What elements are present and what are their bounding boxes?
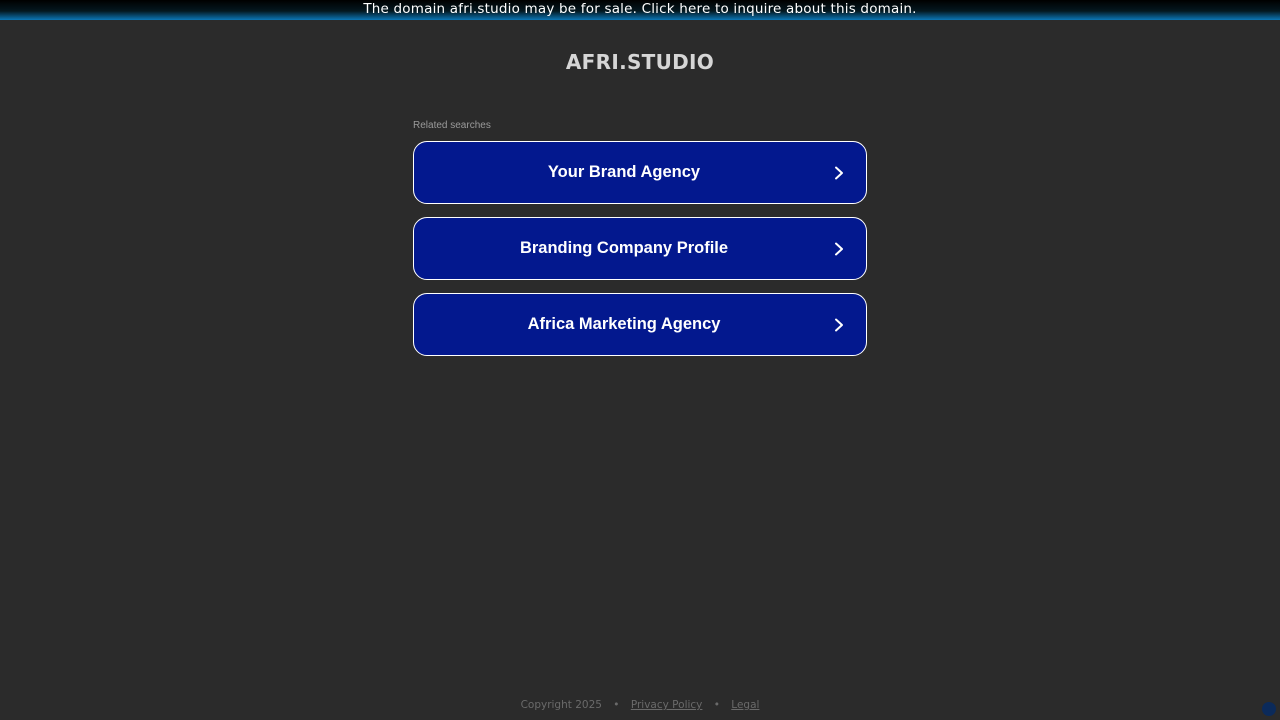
footer-separator: • [713,699,720,711]
related-searches-label: Related searches [413,120,491,131]
provider-logo-icon [1262,702,1276,716]
domain-sale-banner-text[interactable]: The domain afri.studio may be for sale. … [363,1,916,17]
footer-separator: • [613,699,620,711]
related-search-africa-marketing-agency[interactable]: Africa Marketing Agency [413,293,867,356]
related-search-your-brand-agency[interactable]: Your Brand Agency [413,141,867,204]
chevron-right-icon [835,166,843,179]
related-search-label: Branding Company Profile [519,239,729,257]
copyright-text: Copyright 2025 [520,699,602,711]
legal-link[interactable]: Legal [731,699,759,711]
related-search-branding-company-profile[interactable]: Branding Company Profile [413,217,867,280]
related-searches-list: Your Brand Agency Branding Company Profi… [413,141,867,369]
site-title: AFRI.STUDIO [565,50,715,74]
provider-logo [1262,702,1276,716]
related-search-label: Your Brand Agency [547,163,701,181]
chevron-right-icon [835,242,843,255]
footer: Copyright 2025 • Privacy Policy • Legal [0,699,1280,711]
privacy-policy-link[interactable]: Privacy Policy [631,699,703,711]
parked-domain-page: The domain afri.studio may be for sale. … [0,0,1280,720]
chevron-right-icon [835,318,843,331]
domain-sale-banner[interactable]: The domain afri.studio may be for sale. … [0,0,1280,20]
related-search-label: Africa Marketing Agency [527,315,721,333]
